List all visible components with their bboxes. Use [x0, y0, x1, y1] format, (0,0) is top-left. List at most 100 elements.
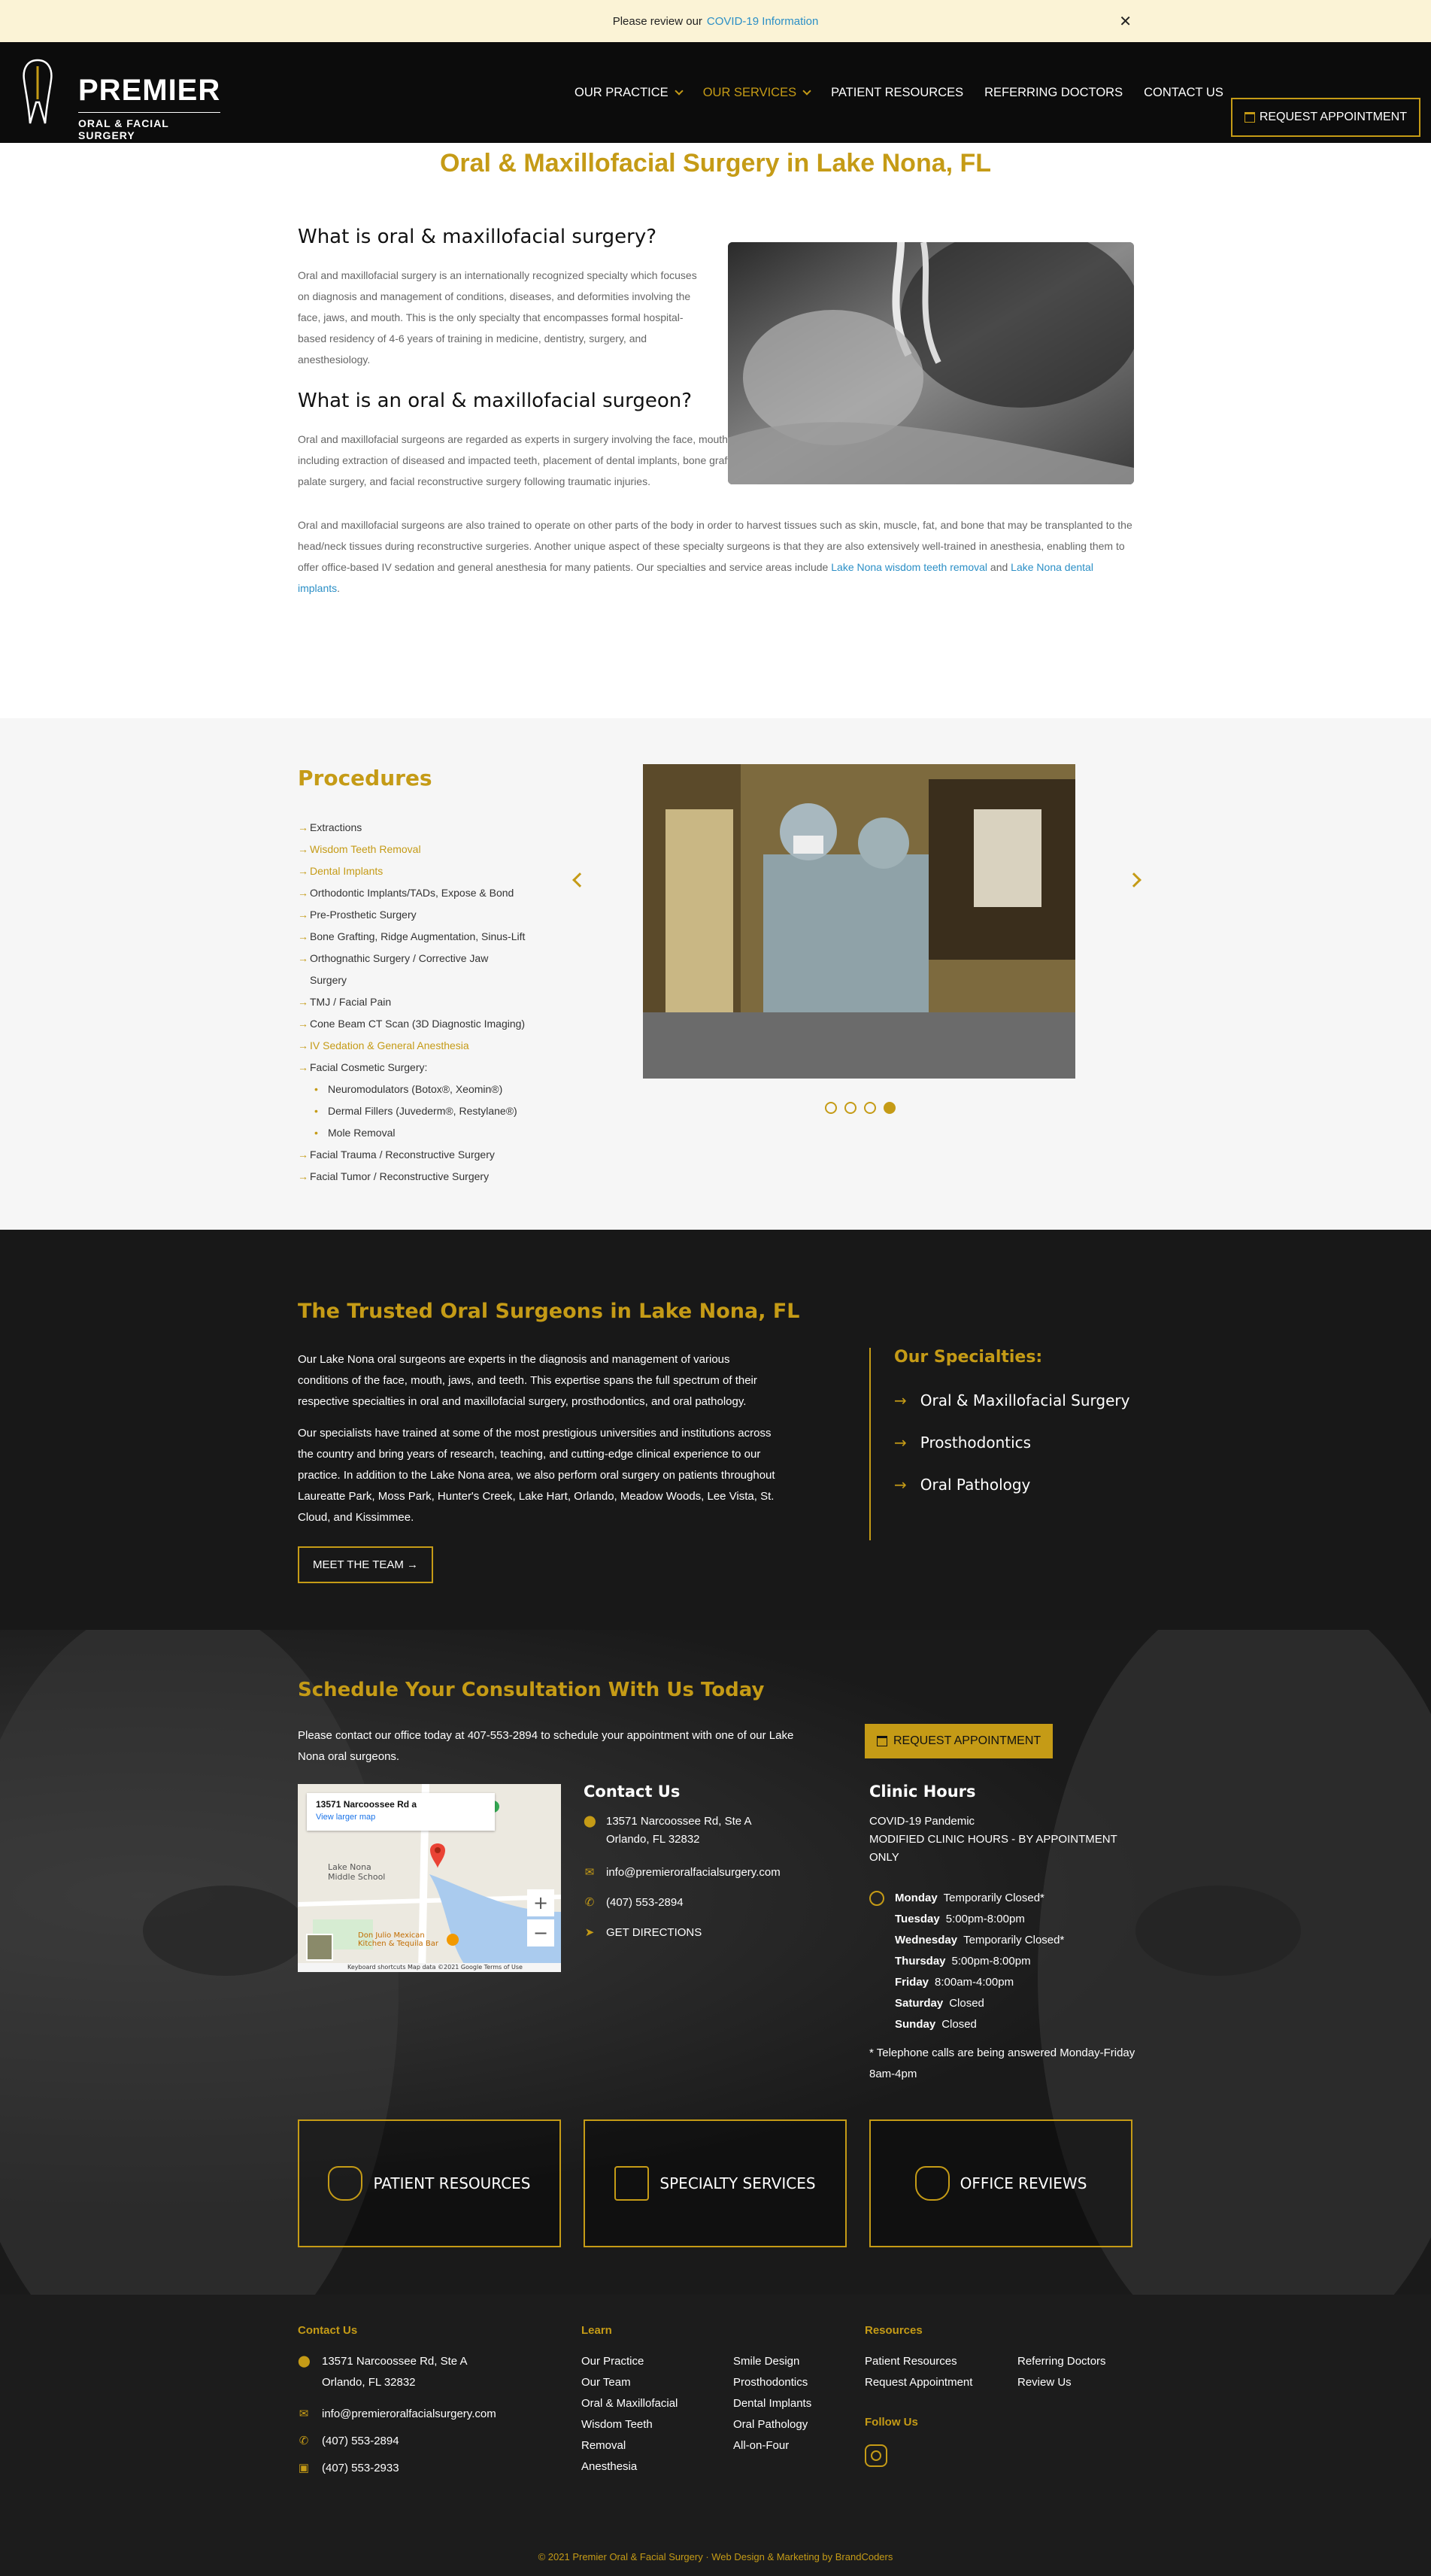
- list-item[interactable]: → Dental Implants: [298, 860, 553, 882]
- footer-link[interactable]: Oral & Maxillofacial: [581, 2393, 694, 2414]
- slider-dot-active[interactable]: [884, 1102, 896, 1114]
- instagram-icon[interactable]: [865, 2444, 887, 2467]
- email-text[interactable]: info@premieroralfacialsurgery.com: [322, 2404, 496, 2425]
- main-nav: OUR PRACTICE OUR SERVICES PATIENT RESOUR…: [575, 42, 1223, 143]
- question-heading-2: What is an oral & maxillofacial surgeon?: [298, 390, 693, 412]
- request-appointment-label: REQUEST APPOINTMENT: [893, 1734, 1041, 1747]
- footer-link[interactable]: Patient Resources: [865, 2351, 972, 2372]
- footer-link[interactable]: Our Practice: [581, 2351, 694, 2372]
- card-label: PATIENT RESOURCES: [373, 2174, 531, 2192]
- nav-our-practice[interactable]: OUR PRACTICE: [575, 86, 684, 100]
- day: Wednesday: [895, 1934, 958, 1946]
- procedure-link[interactable]: Dental Implants: [310, 860, 383, 882]
- map-pin-icon: ⬤: [584, 1815, 596, 1828]
- footer-link[interactable]: All-on-Four: [733, 2435, 811, 2456]
- intro-and-text: and: [990, 561, 1008, 573]
- intro-paragraph-3: Oral and maxillofacial surgeons are also…: [298, 514, 1132, 599]
- specialty-services-card[interactable]: SPECIALTY SERVICES: [584, 2119, 847, 2247]
- bullet-icon: •: [314, 1127, 318, 1139]
- notice-text: Please review our: [612, 14, 702, 28]
- google-map[interactable]: + − 13571 Narcoossee Rd a View larger ma…: [298, 1784, 561, 1972]
- footer-link[interactable]: Oral Pathology: [733, 2414, 811, 2435]
- nav-referring-doctors[interactable]: REFERRING DOCTORS: [984, 86, 1123, 100]
- list-item[interactable]: → IV Sedation & General Anesthesia: [298, 1035, 553, 1057]
- page-title: Oral & Maxillofacial Surgery in Lake Non…: [439, 149, 992, 177]
- nav-contact-us[interactable]: CONTACT US: [1144, 86, 1223, 100]
- schedule-title: Schedule Your Consultation With Us Today: [298, 1679, 765, 1701]
- map-place-name: 13571 Narcoossee Rd a: [316, 1799, 417, 1810]
- list-item: → Cone Beam CT Scan (3D Diagnostic Imagin…: [298, 1013, 553, 1035]
- wisdom-teeth-link[interactable]: Lake Nona wisdom teeth removal: [831, 561, 987, 573]
- get-directions-link[interactable]: ➤ GET DIRECTIONS: [584, 1924, 702, 1942]
- logo-title: PREMIER: [78, 74, 221, 107]
- specialty-item[interactable]: → Prosthodontics: [894, 1434, 1031, 1452]
- list-item: • Dermal Fillers (Juvederm®, Restylane®): [298, 1100, 553, 1122]
- contact-phone[interactable]: ✆ (407) 553-2894: [584, 1894, 684, 1912]
- request-appointment-button[interactable]: REQUEST APPOINTMENT: [1230, 98, 1420, 137]
- day: Friday: [895, 1976, 929, 1989]
- list-item[interactable]: → Wisdom Teeth Removal: [298, 839, 553, 860]
- arrow-right-icon: →: [298, 821, 308, 833]
- list-item: → TMJ / Facial Pain: [298, 991, 553, 1013]
- request-appointment-label: REQUEST APPOINTMENT: [1259, 111, 1407, 123]
- footer-phone[interactable]: ✆ (407) 553-2894: [298, 2431, 399, 2452]
- list-item: → Facial Cosmetic Surgery:: [298, 1057, 553, 1079]
- contact-email[interactable]: ✉ info@premieroralfacialsurgery.com: [584, 1864, 781, 1882]
- office-reviews-card[interactable]: OFFICE REVIEWS: [869, 2119, 1132, 2247]
- surgery-photo: [728, 242, 1134, 484]
- phone-text[interactable]: (407) 553-2894: [322, 2431, 399, 2452]
- footer-link[interactable]: Request Appointment: [865, 2372, 972, 2393]
- email-text[interactable]: info@premieroralfacialsurgery.com: [606, 1864, 781, 1882]
- site-logo[interactable]: PREMIER ORAL & FACIAL SURGERY: [21, 57, 221, 141]
- hours-row: Monday Temporarily Closed*: [895, 1888, 1064, 1909]
- directions-text[interactable]: GET DIRECTIONS: [606, 1924, 702, 1942]
- day: Sunday: [895, 2018, 936, 2031]
- address-line: 13571 Narcoossee Rd, Ste A: [606, 1815, 752, 1828]
- hours-intro-line: MODIFIED CLINIC HOURS - BY APPOINTMENT O…: [869, 1833, 1117, 1864]
- footer-link[interactable]: Our Team: [581, 2372, 694, 2393]
- contact-heading: Contact Us: [584, 1783, 681, 1801]
- arrow-right-icon: →: [894, 1391, 907, 1409]
- nav-our-services[interactable]: OUR SERVICES: [703, 86, 811, 100]
- nav-patient-resources[interactable]: PATIENT RESOURCES: [831, 86, 963, 100]
- view-larger-map-link[interactable]: View larger map: [316, 1813, 486, 1822]
- procedure-link[interactable]: Wisdom Teeth Removal: [310, 839, 421, 860]
- footer-email[interactable]: ✉ info@premieroralfacialsurgery.com: [298, 2404, 496, 2425]
- footer-link[interactable]: Anesthesia: [581, 2456, 694, 2477]
- address-lines: 13571 Narcoossee Rd, Ste A Orlando, FL 32…: [322, 2351, 467, 2393]
- nav-label: CONTACT US: [1144, 85, 1223, 99]
- patient-resources-card[interactable]: PATIENT RESOURCES: [298, 2119, 561, 2247]
- footer-link[interactable]: Review Us: [1017, 2372, 1106, 2393]
- slider-dot[interactable]: [864, 1102, 876, 1114]
- slider-dot[interactable]: [825, 1102, 837, 1114]
- phone-icon: ✆: [584, 1896, 595, 1909]
- procedure-label: Cone Beam CT Scan (3D Diagnostic Imaging…: [310, 1018, 526, 1030]
- footer-link[interactable]: Referring Doctors: [1017, 2351, 1106, 2372]
- footer-link[interactable]: Smile Design: [733, 2351, 811, 2372]
- fax-icon: ▣: [298, 2462, 310, 2474]
- slider-dot[interactable]: [844, 1102, 856, 1114]
- specialty-item[interactable]: → Oral Pathology: [894, 1476, 1030, 1494]
- hours-row: Friday 8:00am-4:00pm: [895, 1972, 1064, 1993]
- footer-link[interactable]: Wisdom Teeth Removal: [581, 2414, 694, 2456]
- footer-fax: ▣ (407) 553-2933: [298, 2458, 399, 2479]
- address-lines: 13571 Narcoossee Rd, Ste A Orlando, FL 32…: [606, 1813, 751, 1849]
- trusted-title: The Trusted Oral Surgeons in Lake Nona, …: [298, 1300, 800, 1323]
- covid-info-link[interactable]: COVID-19 Information: [707, 15, 818, 28]
- footer-resources-col-1: Patient Resources Request Appointment: [865, 2351, 972, 2393]
- meet-the-team-button[interactable]: MEET THE TEAM →: [298, 1546, 434, 1583]
- specialty-item[interactable]: → Oral & Maxillofacial Surgery: [894, 1391, 1129, 1409]
- list-item: → Facial Trauma / Reconstructive Surgery: [298, 1144, 553, 1166]
- arrow-right-icon: →: [298, 930, 308, 942]
- footer-link[interactable]: Dental Implants: [733, 2393, 811, 2414]
- procedure-link[interactable]: IV Sedation & General Anesthesia: [310, 1035, 469, 1057]
- request-appointment-button[interactable]: REQUEST APPOINTMENT: [865, 1724, 1054, 1758]
- close-icon[interactable]: ✕: [1119, 12, 1132, 31]
- procedure-label: TMJ / Facial Pain: [310, 996, 392, 1008]
- footer-resources-col-2: Referring Doctors Review Us: [1017, 2351, 1106, 2393]
- footer-link[interactable]: Prosthodontics: [733, 2372, 811, 2393]
- phone-text[interactable]: (407) 553-2894: [606, 1894, 684, 1912]
- tooth-logo-icon: [23, 59, 53, 124]
- map-label: Don Julio Mexican Kitchen & Tequila Bar: [358, 1931, 438, 1948]
- nav-label: PATIENT RESOURCES: [831, 85, 964, 99]
